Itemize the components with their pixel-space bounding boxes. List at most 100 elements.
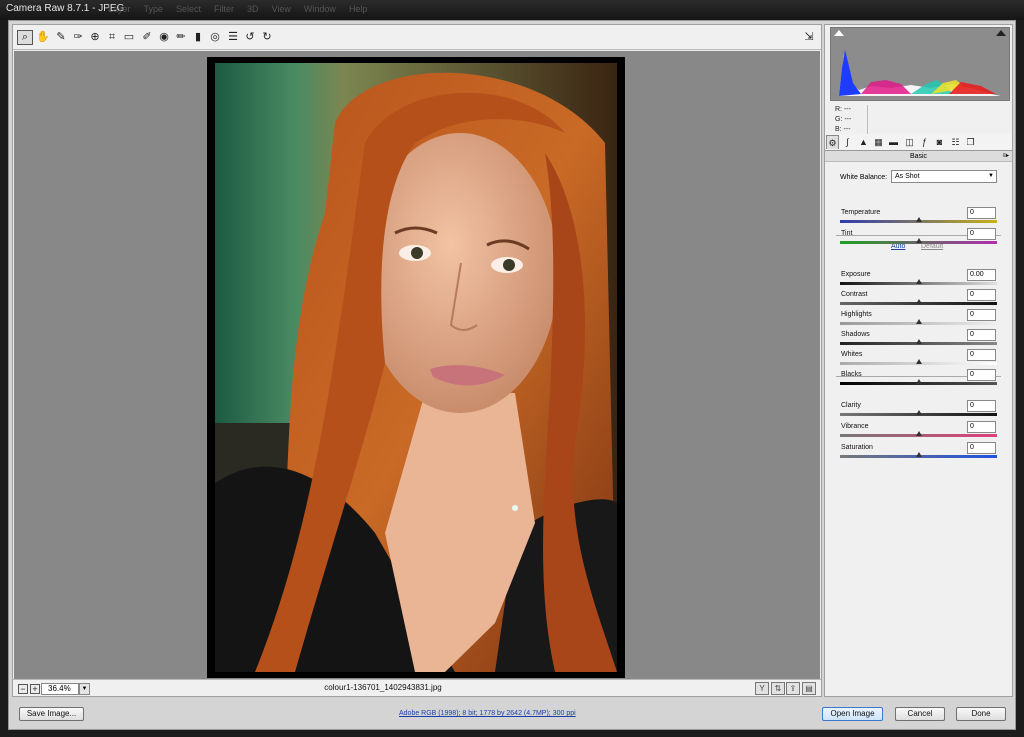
image-preview[interactable] <box>14 51 820 679</box>
background-menu-item: Layer <box>108 4 131 14</box>
clarity-slider[interactable] <box>840 410 997 416</box>
red-readout: R: --- <box>835 106 851 113</box>
clarity-slider-thumb[interactable] <box>915 410 922 415</box>
camera-calibration-tab-icon[interactable]: ◙ <box>933 135 946 149</box>
rotate-left-icon[interactable]: ↺ <box>242 30 258 45</box>
tint-label: Tint <box>841 230 853 237</box>
swap-settings-icon[interactable]: ⇅ <box>771 682 785 695</box>
open-image-button[interactable]: Open Image <box>822 707 883 721</box>
basic-tab-icon[interactable]: ⚙ <box>826 135 839 149</box>
background-menu: Layer Type Select Filter 3D View Window Help <box>108 0 380 18</box>
before-after-view-icon[interactable]: Y <box>755 682 769 695</box>
whites-value-field[interactable]: 0 <box>967 349 996 361</box>
background-menu-item: Window <box>303 4 336 14</box>
temperature-value-field[interactable]: 0 <box>967 207 996 219</box>
hsl-tab-icon[interactable]: ▦ <box>872 135 885 149</box>
panel-header: Basic ≡▸ <box>825 151 1012 162</box>
shadows-value-field[interactable]: 0 <box>967 329 996 341</box>
graduated-filter-icon[interactable]: ▮ <box>190 30 206 45</box>
tint-slider[interactable] <box>840 238 997 244</box>
tint-slider-thumb[interactable] <box>915 238 922 243</box>
highlights-value-field[interactable]: 0 <box>967 309 996 321</box>
auto-link[interactable]: Auto <box>891 243 905 250</box>
effects-tab-icon[interactable]: ƒ <box>918 135 931 149</box>
exposure-slider[interactable] <box>840 279 997 285</box>
whites-slider-thumb[interactable] <box>915 359 922 364</box>
blacks-label: Blacks <box>841 371 862 378</box>
radial-filter-icon[interactable]: ◎ <box>207 30 223 45</box>
exposure-value-field[interactable]: 0.00 <box>967 269 996 281</box>
background-menu-item: Type <box>143 4 164 14</box>
exposure-label: Exposure <box>841 271 871 278</box>
white-balance-select[interactable]: As Shot ▼ <box>891 170 997 183</box>
zoom-in-button[interactable]: + <box>30 684 40 694</box>
contrast-slider[interactable] <box>840 299 997 305</box>
portrait-photo[interactable] <box>215 63 617 672</box>
title-bar: Camera Raw 8.7.1 - JPEG Layer Type Select F… <box>0 0 1024 20</box>
histogram <box>830 27 1010 101</box>
camera-raw-dialog: ⌕ ✋ ✎ ✑ ⊕ ⌗ ▭ ✐ ◉ ✏ ▮ ◎ ☰ ↺ ↻ ⇲ − + 36.4… <box>8 20 1016 730</box>
background-menu-item: View <box>271 4 291 14</box>
saturation-slider[interactable] <box>840 452 997 458</box>
toggle-settings-icon[interactable]: ▤ <box>802 682 816 695</box>
lens-corrections-tab-icon[interactable]: ◫ <box>903 135 916 149</box>
whites-label: Whites <box>841 351 863 358</box>
workflow-options-link[interactable]: Adobe RGB (1998); 8 bit; 1778 by 2642 (4… <box>399 710 576 717</box>
tone-curve-tab-icon[interactable]: ∫ <box>841 135 854 149</box>
shadows-slider-thumb[interactable] <box>915 339 922 344</box>
color-sampler-icon[interactable]: ✑ <box>70 30 86 45</box>
tint-value-field[interactable]: 0 <box>967 228 996 240</box>
window-title: Camera Raw 8.7.1 - JPEG <box>6 3 125 14</box>
default-link[interactable]: Default <box>921 243 943 250</box>
exposure-slider-thumb[interactable] <box>915 279 922 284</box>
highlights-slider-thumb[interactable] <box>915 319 922 324</box>
whites-slider[interactable] <box>840 359 997 365</box>
preferences-icon[interactable]: ☰ <box>225 30 241 45</box>
blacks-value-field[interactable]: 0 <box>967 369 996 381</box>
temperature-slider[interactable] <box>840 217 997 223</box>
vibrance-slider-thumb[interactable] <box>915 431 922 436</box>
crop-icon[interactable]: ⌗ <box>104 30 120 45</box>
contrast-value-field[interactable]: 0 <box>967 289 996 301</box>
panel-menu-icon[interactable]: ≡▸ <box>1002 151 1009 162</box>
vibrance-slider[interactable] <box>840 431 997 437</box>
vibrance-value-field[interactable]: 0 <box>967 421 996 433</box>
save-image-button[interactable]: Save Image... <box>19 707 84 721</box>
done-button[interactable]: Done <box>956 707 1006 721</box>
white-balance-icon[interactable]: ✎ <box>53 30 69 45</box>
presets-tab-icon[interactable]: ☷ <box>949 135 962 149</box>
spot-removal-icon[interactable]: ✐ <box>139 30 155 45</box>
targeted-adjustment-icon[interactable]: ⊕ <box>87 30 103 45</box>
clarity-value-field[interactable]: 0 <box>967 400 996 412</box>
zoom-out-button[interactable]: − <box>18 684 28 694</box>
detail-tab-icon[interactable]: ▲ <box>857 135 870 149</box>
adjustment-brush-icon[interactable]: ✏ <box>173 30 189 45</box>
snapshots-tab-icon[interactable]: ❐ <box>964 135 977 149</box>
split-toning-tab-icon[interactable]: ▬ <box>887 135 900 149</box>
fullscreen-icon[interactable]: ⇲ <box>801 30 817 45</box>
blacks-slider-thumb[interactable] <box>915 379 922 384</box>
saturation-value-field[interactable]: 0 <box>967 442 996 454</box>
histogram-graph <box>839 50 1001 96</box>
zoom-icon[interactable]: ⌕ <box>17 30 33 45</box>
saturation-label: Saturation <box>841 444 873 451</box>
shadows-label: Shadows <box>841 331 870 338</box>
shadows-slider[interactable] <box>840 339 997 345</box>
highlights-slider[interactable] <box>840 319 997 325</box>
preview-area: ⌕ ✋ ✎ ✑ ⊕ ⌗ ▭ ✐ ◉ ✏ ▮ ◎ ☰ ↺ ↻ ⇲ − + 36.4… <box>12 24 822 697</box>
blacks-slider[interactable] <box>840 379 997 385</box>
hand-icon[interactable]: ✋ <box>35 30 51 45</box>
panel-tabs: ⚙ ∫ ▲ ▦ ▬ ◫ ƒ ◙ ☷ ❐ <box>825 134 1012 151</box>
rotate-right-icon[interactable]: ↻ <box>259 30 275 45</box>
contrast-slider-thumb[interactable] <box>915 299 922 304</box>
zoom-dropdown-icon[interactable]: ▼ <box>79 683 90 695</box>
vibrance-label: Vibrance <box>841 423 869 430</box>
saturation-slider-thumb[interactable] <box>915 452 922 457</box>
red-eye-icon[interactable]: ◉ <box>156 30 172 45</box>
cancel-button[interactable]: Cancel <box>895 707 945 721</box>
white-balance-label: White Balance: <box>840 174 888 181</box>
zoom-level-field[interactable]: 36.4% <box>41 683 79 695</box>
straighten-icon[interactable]: ▭ <box>121 30 137 45</box>
copy-settings-icon[interactable]: ⇪ <box>786 682 800 695</box>
temperature-slider-thumb[interactable] <box>915 217 922 222</box>
